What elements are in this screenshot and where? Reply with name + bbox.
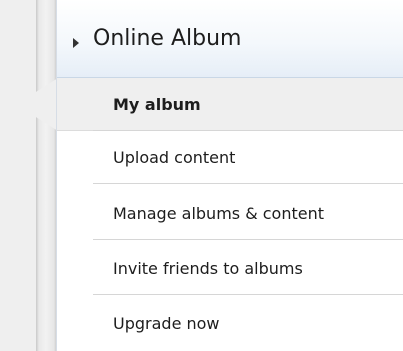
menu-item-label: Upload content <box>113 148 236 167</box>
album-menu-panel: Online Album My album Upload content Man… <box>56 0 403 351</box>
menu-item-my-album[interactable]: My album <box>93 78 403 131</box>
menu-item-label: My album <box>113 95 201 114</box>
menu-header-title: Online Album <box>93 26 242 51</box>
menu-item-label: Invite friends to albums <box>113 259 303 278</box>
menu-item-manage-albums[interactable]: Manage albums & content <box>93 187 403 240</box>
menu-item-invite-friends[interactable]: Invite friends to albums <box>93 242 403 295</box>
left-gutter <box>0 0 36 351</box>
menu-item-label: Manage albums & content <box>113 204 325 223</box>
expand-arrow-icon <box>73 38 79 48</box>
menu-header[interactable]: Online Album <box>57 0 403 78</box>
menu-item-upload-content[interactable]: Upload content <box>93 131 403 184</box>
menu-item-upgrade-now[interactable]: Upgrade now <box>93 297 403 350</box>
menu-item-label: Upgrade now <box>113 314 220 333</box>
sidebar-rail <box>36 0 56 351</box>
